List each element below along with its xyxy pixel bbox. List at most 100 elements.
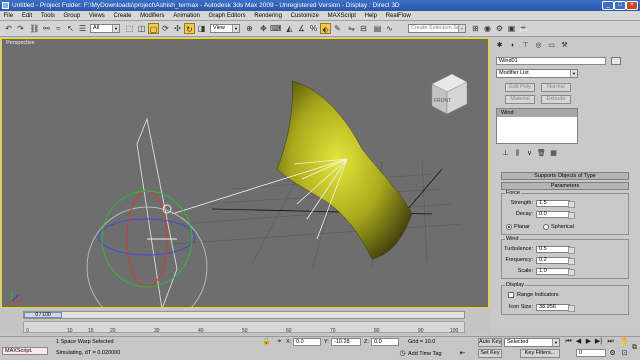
rollout-parameters[interactable]: Parameters (501, 182, 629, 190)
edit-poly-button[interactable]: Edit Poly (505, 83, 535, 92)
track-bar[interactable]: 0 10 15 20 30 40 50 60 70 80 90 100 (23, 321, 465, 334)
icon-size-spinner[interactable]: 38.956 (536, 304, 575, 312)
current-frame-field[interactable]: 0 (576, 349, 606, 357)
menu-group[interactable]: Group (60, 11, 84, 21)
key-filters-button[interactable]: Key Filters... (520, 349, 560, 358)
object-color-swatch[interactable] (611, 57, 621, 65)
absolute-mode-icon[interactable]: ⌖ (275, 337, 284, 346)
schematic-view-icon[interactable]: ⊞ (470, 23, 481, 34)
object-name-field[interactable]: Wind01 (496, 57, 606, 65)
select-move-icon[interactable]: ✣ (172, 23, 183, 34)
select-rotate-icon[interactable]: ⟳ (160, 23, 171, 34)
decay-spinner[interactable]: 0.0 (536, 211, 575, 219)
turbulence-spinner[interactable]: 0.5 (536, 246, 575, 254)
z-coordinate-field[interactable]: 0.0 (371, 338, 399, 346)
edit-named-sel-icon[interactable]: ✎ (332, 23, 343, 34)
quick-render-icon[interactable]: ☕ (518, 23, 529, 34)
utilities-tab-icon[interactable]: ⚒ (560, 41, 569, 50)
window-crossing-icon[interactable]: ◫ (136, 23, 147, 34)
auto-key-button[interactable]: Auto Key (478, 338, 502, 347)
redo-icon[interactable]: ↷ (15, 23, 26, 34)
rotate-icon[interactable]: ↻ (184, 23, 195, 34)
prev-frame-icon[interactable]: ◀ (574, 337, 583, 346)
make-unique-icon[interactable]: ∨ (525, 149, 534, 158)
extrude-button[interactable]: Extrude (541, 95, 571, 104)
go-to-end-icon[interactable]: ⏭ (606, 337, 615, 346)
scale-icon[interactable]: ◨ (196, 23, 207, 34)
select-region-icon[interactable]: ▢ (148, 23, 159, 34)
named-selection-sets-dropdown[interactable]: Create Selection Set ▼ (408, 24, 466, 33)
time-slider[interactable]: 0 / 100 (23, 311, 465, 319)
set-key-button[interactable]: Set Key (478, 349, 502, 358)
selection-filter-dropdown[interactable]: All ▼ (90, 24, 120, 33)
menu-customize[interactable]: Customize (287, 11, 322, 21)
menu-create[interactable]: Create (110, 11, 135, 21)
pin-stack-icon[interactable]: ⊥ (501, 149, 510, 158)
perspective-viewport[interactable]: Perspective FRONT (1, 38, 489, 308)
rendered-frame-icon[interactable]: ▣ (506, 23, 517, 34)
time-slider-thumb[interactable]: 0 / 100 (24, 312, 62, 318)
motion-tab-icon[interactable]: ◎ (534, 41, 543, 50)
select-object-icon[interactable]: ↖ (65, 23, 76, 34)
menu-rendering[interactable]: Rendering (251, 11, 286, 21)
key-mode-icon[interactable]: ⇤ (458, 349, 467, 358)
go-to-start-icon[interactable]: ⏮ (564, 337, 573, 346)
bind-spacewarp-icon[interactable]: ≈ (53, 23, 64, 34)
strength-spinner[interactable]: 1.5 (536, 200, 575, 208)
menu-tools[interactable]: Tools (37, 11, 58, 21)
hierarchy-tab-icon[interactable]: ⊤ (521, 41, 530, 50)
time-config-icon[interactable]: ⚙ (608, 349, 617, 358)
select-icon[interactable]: ⬚ (124, 23, 135, 34)
stack-item-wind[interactable]: Wind (497, 109, 577, 117)
curve-editor-icon[interactable]: ∿ (384, 23, 395, 34)
maximize-icon[interactable]: □ (614, 1, 626, 10)
unlink-icon[interactable]: ⚯ (41, 23, 52, 34)
material-button[interactable]: Material (505, 95, 535, 104)
menu-animation[interactable]: Animation (170, 11, 204, 21)
display-tab-icon[interactable]: ▭ (547, 41, 556, 50)
next-frame-icon[interactable]: ▶| (594, 337, 603, 346)
keyboard-shortcut-icon[interactable]: ⌨ (270, 23, 282, 34)
menu-modifiers[interactable]: Modifiers (137, 11, 168, 21)
layer-manager-icon[interactable]: ▤ (372, 23, 383, 34)
modify-tab-icon[interactable]: ◗ (508, 41, 517, 50)
render-setup-icon[interactable]: ⚙ (494, 23, 505, 34)
spinner-snap-icon[interactable]: ⬖ (320, 23, 331, 34)
menu-maxscript[interactable]: MAXScript (324, 11, 359, 21)
pan-view-icon[interactable]: ✋ (620, 337, 629, 346)
menu-views[interactable]: Views (85, 11, 108, 21)
remove-modifier-icon[interactable]: 🗑 (537, 149, 546, 158)
angle-snap-icon[interactable]: ∡ (296, 23, 307, 34)
menu-realflow[interactable]: RealFlow (382, 11, 414, 21)
link-icon[interactable]: ⛓ (29, 23, 40, 34)
key-mode-dropdown[interactable]: Selected ▼ (504, 338, 560, 347)
spherical-radio[interactable] (543, 224, 549, 230)
maximize-viewport-icon[interactable]: ⧉ (630, 343, 639, 352)
snaps-icon[interactable]: ◭ (284, 23, 295, 34)
frequency-spinner[interactable]: 0.2 (536, 257, 575, 265)
x-coordinate-field[interactable]: 0.0 (293, 338, 321, 346)
zoom-extents-icon[interactable]: ⊡ (620, 349, 629, 358)
material-editor-icon[interactable]: ◉ (482, 23, 493, 34)
menu-edit[interactable]: Edit (18, 11, 35, 21)
play-icon[interactable]: ▶ (584, 337, 593, 346)
minimize-icon[interactable]: _ (602, 1, 614, 10)
pivot-center-icon[interactable]: ⊕ (244, 23, 255, 34)
modifier-list-dropdown[interactable]: Modifier List ▼ (496, 69, 578, 78)
configure-modifier-sets-icon[interactable]: ▦ (549, 149, 558, 158)
menu-file[interactable]: File (0, 11, 17, 21)
app-icon[interactable] (2, 2, 9, 9)
rollout-supports-objects[interactable]: Supports Objects of Type (501, 172, 629, 180)
time-tag-icon[interactable]: ◷ (398, 349, 407, 358)
menu-graph-editors[interactable]: Graph Editors (205, 11, 249, 21)
menu-help[interactable]: Help (361, 11, 380, 21)
undo-icon[interactable]: ↶ (3, 23, 14, 34)
mirror-icon[interactable]: ⇋ (346, 23, 357, 34)
select-by-name-icon[interactable]: ☰ (77, 23, 88, 34)
create-tab-icon[interactable]: ✱ (495, 41, 504, 50)
show-end-result-icon[interactable]: ⫼ (513, 149, 522, 158)
y-coordinate-field[interactable]: -10.28 (331, 338, 361, 346)
scale-spinner[interactable]: 1.0 (536, 268, 575, 276)
add-time-tag[interactable]: Add Time Tag (408, 351, 442, 357)
manipulate-icon[interactable]: ✥ (258, 23, 269, 34)
